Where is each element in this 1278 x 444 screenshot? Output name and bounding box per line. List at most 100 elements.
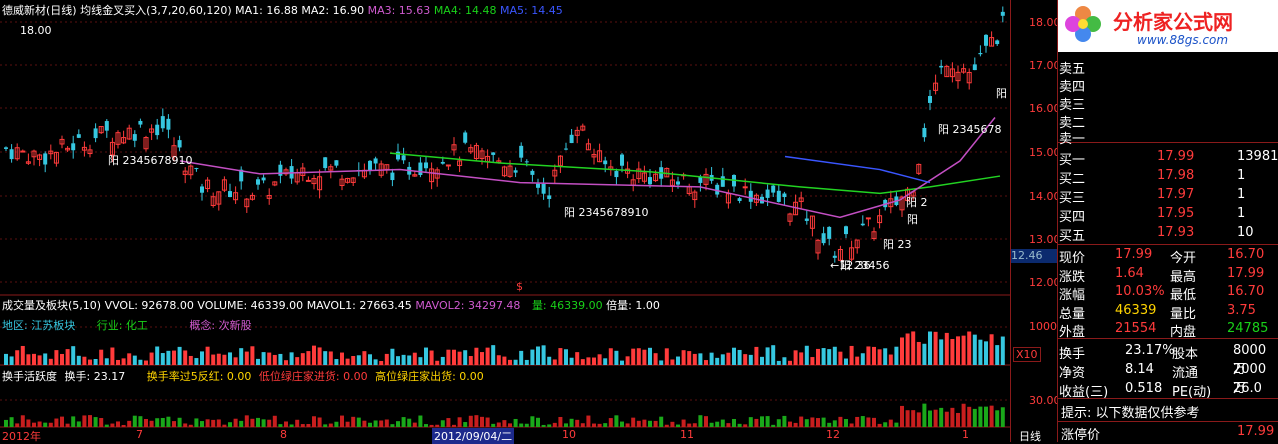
turnover-bar xyxy=(418,415,423,427)
turnover-header: 换手活跃度 换手: 23.17 换手率过5反红: 0.00 低位绿庄家进货: 0… xyxy=(2,370,484,383)
turnover-bar xyxy=(110,423,115,427)
sector-info: 地区: 江苏板块 行业: 化工 概念: 次新股 xyxy=(2,317,252,333)
turnover-bar xyxy=(272,415,277,427)
volume-bar xyxy=(1000,336,1005,365)
volume-bar xyxy=(502,356,507,365)
volume-bar xyxy=(894,346,899,365)
turnover-bar xyxy=(384,419,389,427)
turnover-bar xyxy=(838,416,843,427)
turnover-bar xyxy=(984,406,988,427)
turnover-bar xyxy=(340,415,344,427)
candle-body xyxy=(368,160,372,171)
turnover-bar xyxy=(508,423,512,427)
candle-body xyxy=(9,149,14,160)
buy-price: 17.97 xyxy=(1157,187,1195,202)
volume-bar xyxy=(905,333,910,365)
volume-bar xyxy=(463,350,468,365)
low-price-label: ←12.36 xyxy=(830,259,871,272)
turnover-bar xyxy=(194,418,199,427)
turnover-bar xyxy=(440,420,445,427)
logo-banner: 分析家公式网 www.88gs.com xyxy=(1057,0,1278,52)
ma2-value: MA2: 16.90 xyxy=(301,4,365,17)
turnover-bar xyxy=(211,419,216,427)
volume-bar xyxy=(541,345,546,365)
buy-label: 买五 xyxy=(1059,229,1086,244)
candle-body xyxy=(519,145,524,158)
candle-body xyxy=(401,155,406,161)
turnover-bar xyxy=(88,415,92,427)
candle-body xyxy=(256,179,260,185)
volume-bar xyxy=(771,345,776,365)
candle-body xyxy=(194,168,199,170)
volume-bar xyxy=(228,352,232,365)
candle-body xyxy=(737,198,742,201)
volume-bar xyxy=(60,353,64,365)
turnover-bar xyxy=(597,423,602,427)
turnover-bar xyxy=(468,415,473,427)
turnover-bar xyxy=(664,424,669,427)
time-axis-label: 8 xyxy=(280,428,287,441)
turnover-bar xyxy=(676,424,680,427)
volume-bar xyxy=(396,356,400,365)
turnover-bar xyxy=(866,417,871,427)
volume-bar xyxy=(474,347,479,365)
volume-bar xyxy=(166,350,171,365)
turnover-bar xyxy=(351,416,356,427)
candle-body xyxy=(922,127,927,138)
volume-bar xyxy=(144,360,148,365)
volume-bar xyxy=(995,345,1000,365)
volume-bar xyxy=(631,348,636,365)
buy-volume: 1 xyxy=(1237,187,1246,202)
candle-body xyxy=(720,176,725,187)
turnover-bar xyxy=(922,403,927,427)
volume-bar xyxy=(860,353,865,365)
turnover-bar xyxy=(995,410,1000,427)
volume-bar xyxy=(508,359,512,365)
candle-body xyxy=(776,190,781,202)
turnover-bar xyxy=(692,423,697,427)
buy-label: 买四 xyxy=(1059,210,1086,225)
turnover-bar xyxy=(502,420,507,427)
turnover-bar xyxy=(519,423,524,427)
quote-panel: 分析家公式网 www.88gs.com 委 提示: 以下数据仅供参考 涨停价 1… xyxy=(1057,0,1278,443)
volume-bar xyxy=(250,346,255,365)
sell-label: 卖四 xyxy=(1059,80,1086,95)
turnover-bar xyxy=(345,421,350,427)
turnover-bar xyxy=(575,419,580,427)
volume-bar xyxy=(552,359,557,365)
turnover-bar xyxy=(558,416,563,427)
candle-body xyxy=(676,181,680,185)
x10-button[interactable]: X10 xyxy=(1013,347,1041,362)
buy-row: 买四 17.95 1 xyxy=(1057,206,1278,225)
volume-bar xyxy=(177,346,182,365)
volume-bar xyxy=(765,347,770,365)
turnover-bar xyxy=(737,423,742,427)
candle-body xyxy=(748,190,753,202)
volume-bar xyxy=(32,353,36,365)
turnover-bar xyxy=(32,422,36,427)
volume-bar xyxy=(351,356,356,365)
kline-chart-area[interactable]: 德威新材(日线) 均线金叉买入(3,7,20,60,120) MA1: 16.8… xyxy=(0,0,1010,444)
volume-bar xyxy=(737,349,742,365)
volume-bar xyxy=(754,346,759,365)
volume-bar xyxy=(984,341,988,365)
buy-price: 17.99 xyxy=(1157,149,1195,164)
volume-bar xyxy=(289,352,294,365)
stats-row: 净资 8.14 流通 2000万 xyxy=(1059,362,1267,396)
turnover-bar xyxy=(855,416,860,427)
volume-bar xyxy=(670,359,675,365)
turnover-bar xyxy=(715,421,720,427)
turnover-bar xyxy=(827,422,832,427)
turnover-bar xyxy=(155,418,160,427)
turnover-bar xyxy=(379,420,384,427)
volume-bar xyxy=(564,349,568,365)
volume-bar xyxy=(4,353,8,365)
turnover-bar xyxy=(844,419,848,427)
turnover-bar xyxy=(687,423,692,427)
volume-bar xyxy=(832,346,837,365)
turnover-bar xyxy=(698,415,703,427)
turnover-bar xyxy=(116,421,120,427)
candle-body xyxy=(513,170,518,173)
turnover-bar xyxy=(603,423,608,427)
turnover-bar xyxy=(631,417,636,427)
